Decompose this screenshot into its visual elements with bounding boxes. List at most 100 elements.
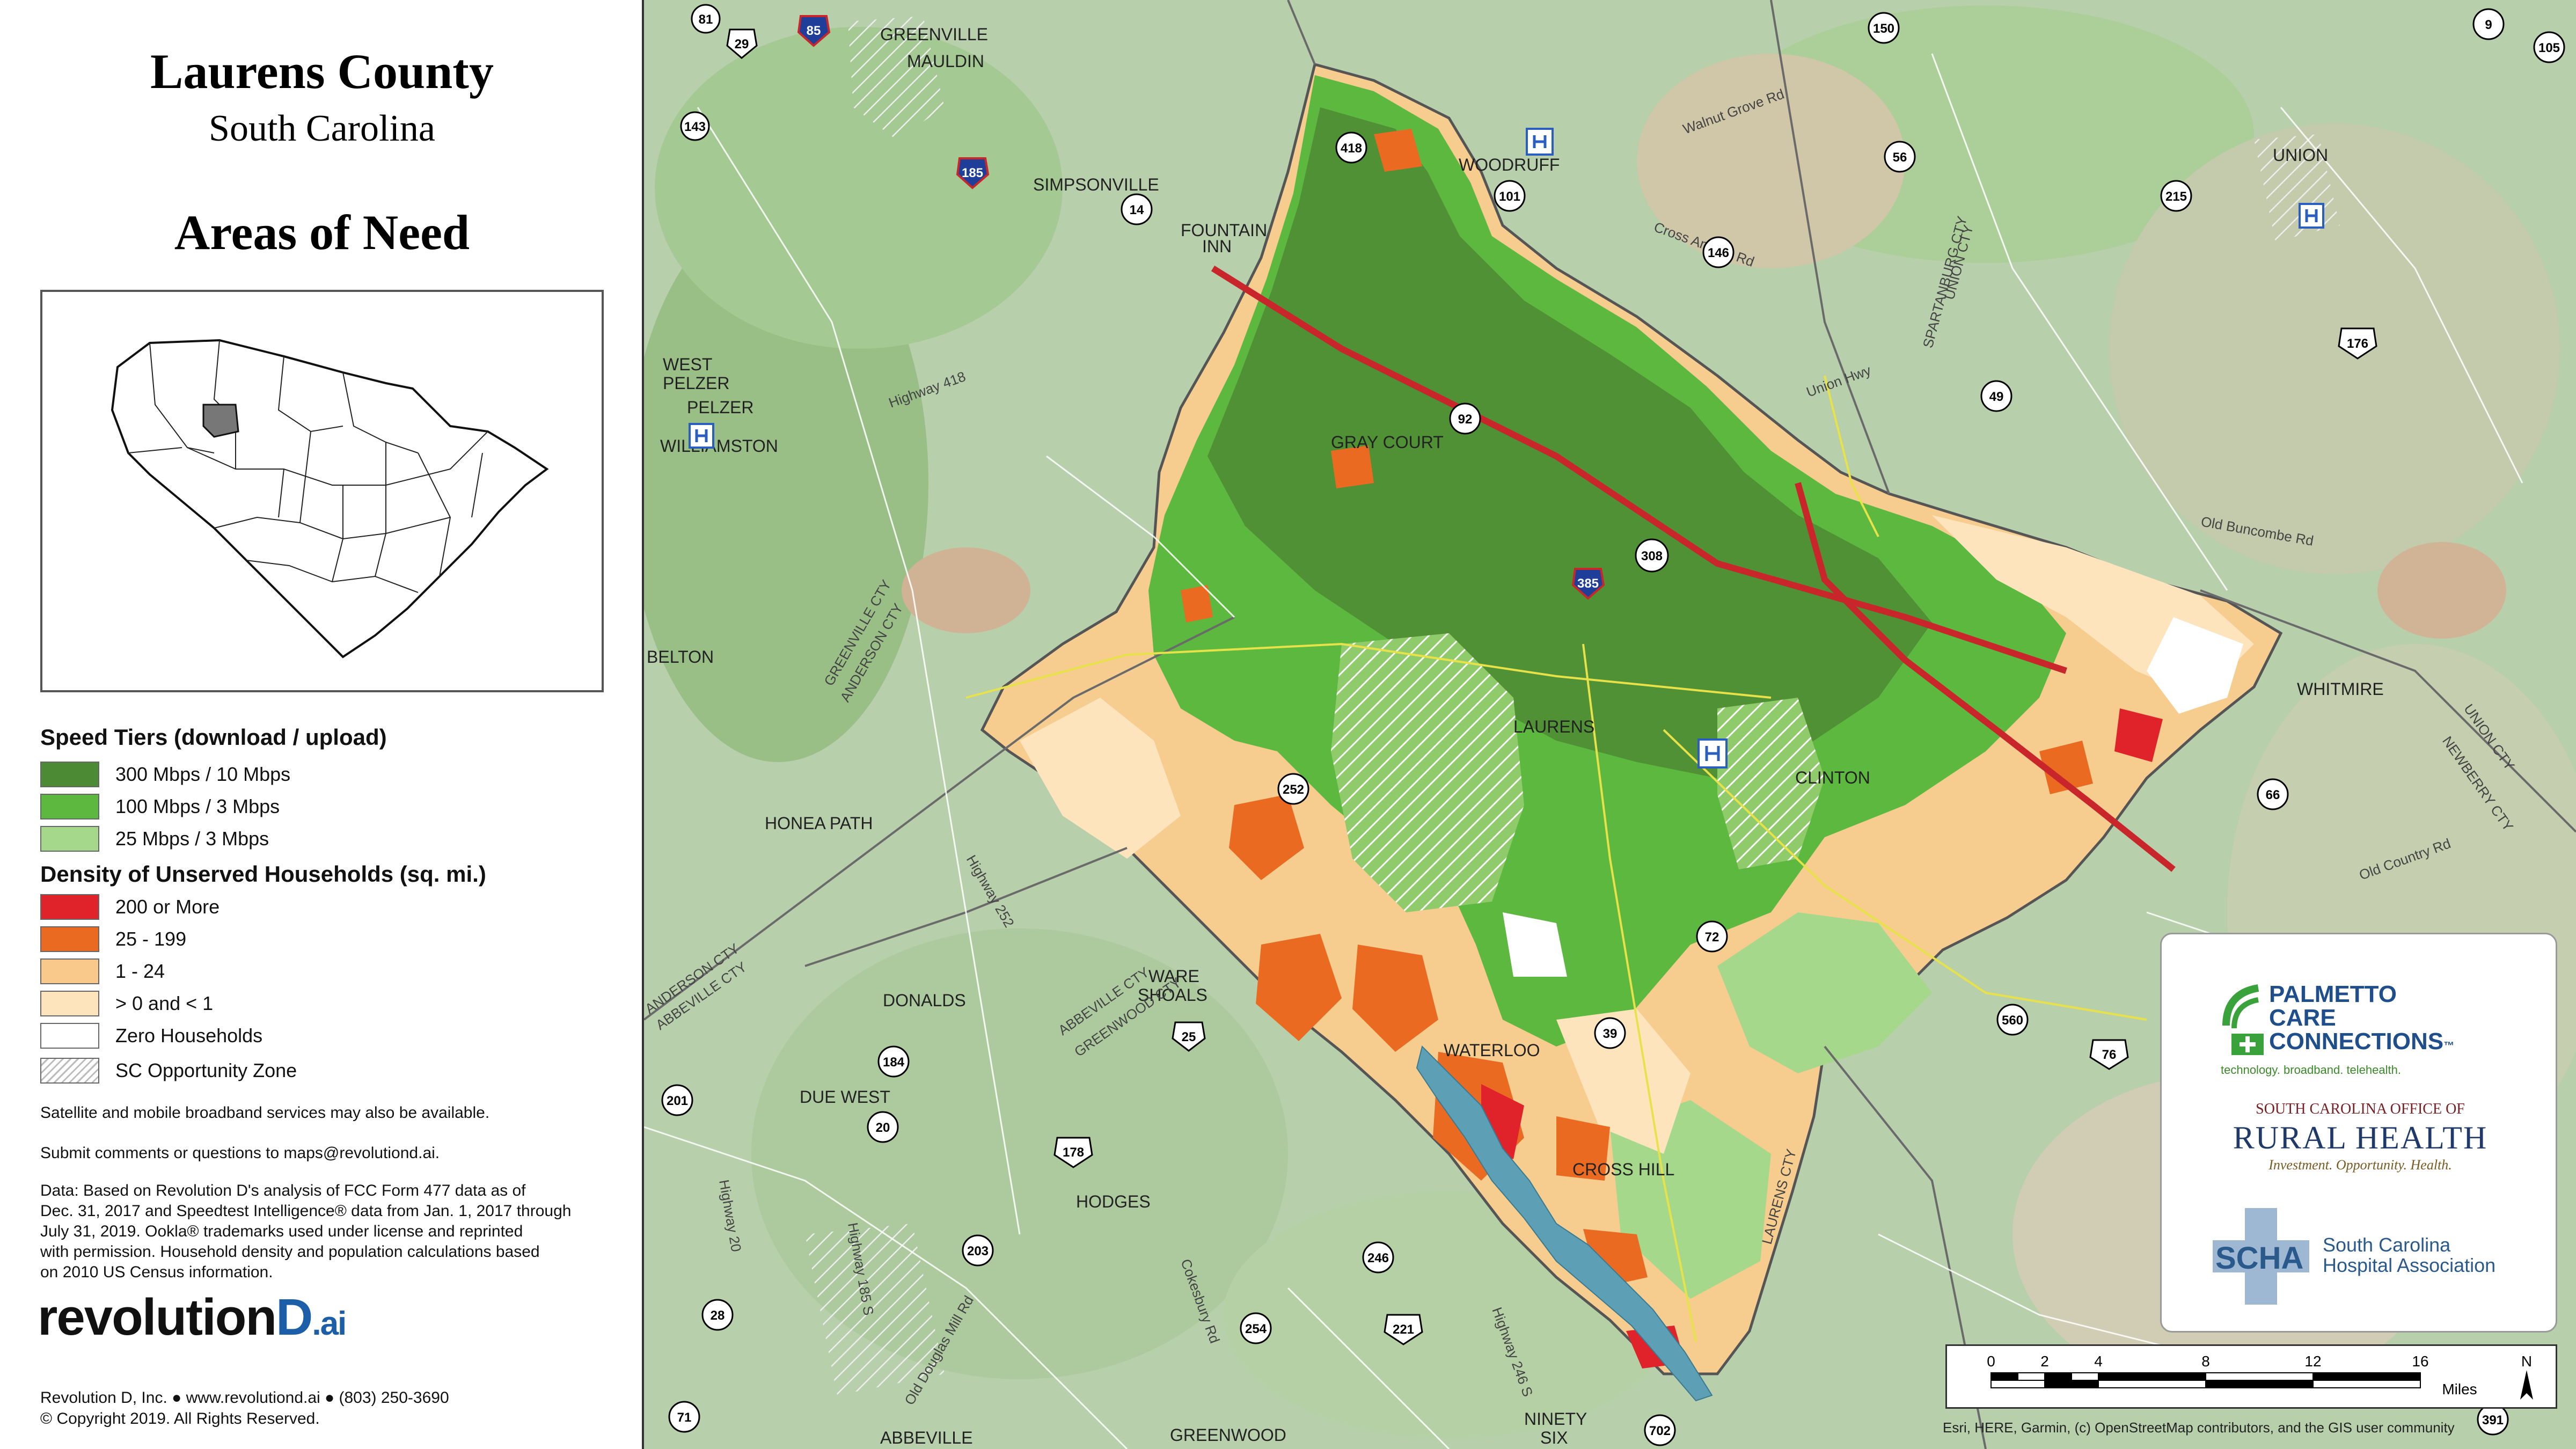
north-arrow-icon <box>2520 1370 2533 1400</box>
route-shield: 308 <box>1635 538 1669 573</box>
place-label-donalds: DONALDS <box>883 991 966 1010</box>
legend-label: 300 Mbps / 10 Mbps <box>115 763 291 785</box>
svg-text:246: 246 <box>1367 1251 1389 1265</box>
svg-text:14: 14 <box>1130 203 1144 217</box>
locator-map <box>40 290 604 692</box>
legend-swatch <box>40 926 99 952</box>
legend-swatch <box>40 991 99 1016</box>
svg-text:385: 385 <box>1577 576 1599 591</box>
legend-item: 25 Mbps / 3 Mbps <box>40 825 269 852</box>
place-label-williamston: WILLIAMSTON <box>660 436 778 456</box>
place-label-mauldin: MAULDIN <box>907 52 984 71</box>
svg-text:72: 72 <box>1705 930 1719 945</box>
orh-tagline: Investment. Opportunity. Health. <box>2268 1157 2452 1173</box>
route-shield: 56 <box>1884 141 1916 173</box>
legend-item: 25 - 199 <box>40 926 186 953</box>
scha-abbr: SCHA <box>2215 1241 2304 1276</box>
contact-line: Revolution D, Inc. ● www.revolutiond.ai … <box>40 1389 449 1407</box>
palmetto-care-tagline: technology. broadband. telehealth. <box>2221 1063 2401 1077</box>
state-outline-map <box>111 339 549 658</box>
svg-text:185: 185 <box>962 166 983 180</box>
scale-tick-label: 8 <box>2201 1353 2210 1370</box>
data-source-note: Data: Based on Revolution D's analysis o… <box>40 1182 572 1281</box>
orh-line2: RURAL HEALTH <box>2233 1120 2488 1155</box>
route-shield: 71 <box>668 1401 700 1433</box>
scale-tick-label: 4 <box>2094 1353 2103 1370</box>
svg-text:203: 203 <box>967 1244 989 1258</box>
route-shield: 702 <box>1644 1414 1676 1446</box>
svg-text:146: 146 <box>1708 246 1729 260</box>
place-label-abbeville: ABBEVILLE <box>880 1428 973 1447</box>
svg-text:702: 702 <box>1649 1424 1671 1438</box>
place-label-union: UNION <box>2273 145 2328 165</box>
legend-item: > 0 and < 1 <box>40 990 213 1017</box>
route-shield: 215 <box>2160 180 2192 212</box>
place-label-clinton: CLINTON <box>1795 768 1870 787</box>
route-shield: 252 <box>1277 773 1309 805</box>
place-label-hodges: HODGES <box>1076 1192 1151 1211</box>
place-label-pelzer-west: PELZER <box>663 374 729 393</box>
legend-swatch <box>40 826 99 852</box>
svg-text:178: 178 <box>1063 1145 1084 1160</box>
svg-text:39: 39 <box>1603 1027 1618 1041</box>
svg-text:81: 81 <box>699 12 713 27</box>
place-label-honea-path: HONEA PATH <box>765 814 873 833</box>
route-shield: 14 <box>1121 193 1153 225</box>
legend-item: SC Opportunity Zone <box>40 1057 297 1084</box>
svg-text:20: 20 <box>876 1121 890 1135</box>
place-label-west: WEST <box>663 355 712 374</box>
svg-text:391: 391 <box>2482 1413 2504 1428</box>
orh-line1: SOUTH CAROLINA OFFICE OF <box>2256 1101 2465 1117</box>
scale-tick-label: 16 <box>2412 1353 2428 1370</box>
route-shield: 66 <box>2257 778 2289 810</box>
place-label-waterloo: WATERLOO <box>1444 1041 1540 1060</box>
hospital-icon <box>689 423 714 449</box>
legend-label: 200 or More <box>115 896 220 918</box>
svg-text:92: 92 <box>1458 412 1473 427</box>
svg-text:85: 85 <box>807 24 821 38</box>
svg-text:560: 560 <box>2002 1013 2023 1028</box>
route-shield: 9 <box>2472 8 2505 40</box>
svg-text:254: 254 <box>1245 1322 1267 1336</box>
legend-swatch <box>40 794 99 819</box>
place-label-pelzer: PELZER <box>687 398 753 417</box>
route-shield: 49 <box>1980 380 2012 412</box>
place-label-woodruff: WOODRUFF <box>1459 155 1560 174</box>
svg-text:29: 29 <box>735 37 749 52</box>
scale-unit: Miles <box>2442 1381 2477 1397</box>
legend-swatch <box>40 894 99 920</box>
palmetto-care-logo-icon <box>2222 984 2264 1055</box>
route-shield: 81 <box>691 4 721 34</box>
place-label-greenwood: GREENWOOD <box>1170 1425 1286 1445</box>
legend-item: Zero Households <box>40 1022 262 1049</box>
route-shield: 146 <box>1702 236 1735 268</box>
legend-swatch-hatch <box>40 1058 99 1084</box>
place-label-belton: BELTON <box>647 647 714 667</box>
svg-text:221: 221 <box>1393 1322 1414 1337</box>
place-label-ninety: NINETY <box>1524 1409 1587 1429</box>
map-title: Laurens County <box>150 44 494 99</box>
svg-text:215: 215 <box>2165 189 2187 204</box>
svg-text:25: 25 <box>1182 1030 1196 1044</box>
copyright-line: © Copyright 2019. All Rights Reserved. <box>40 1410 320 1428</box>
place-label-inn: INN <box>1202 237 1232 256</box>
hospital-icon <box>1526 128 1554 156</box>
route-shield: 143 <box>680 111 710 141</box>
svg-text:150: 150 <box>1873 21 1894 36</box>
place-label-laurens: LAURENS <box>1513 717 1594 736</box>
density-heading: Density of Unserved Households (sq. mi.) <box>40 861 486 887</box>
svg-text:56: 56 <box>1893 150 1907 165</box>
route-shield: 72 <box>1696 920 1728 953</box>
svg-text:105: 105 <box>2538 41 2560 55</box>
route-shield: 92 <box>1449 402 1481 435</box>
place-label-whitmire: WHITMIRE <box>2297 679 2384 699</box>
legend-label: 25 Mbps / 3 Mbps <box>115 828 269 850</box>
svg-text:308: 308 <box>1641 549 1663 564</box>
scha-name: South Carolina Hospital Association <box>2323 1234 2496 1276</box>
legend-label: > 0 and < 1 <box>115 992 214 1014</box>
legend-swatch <box>40 958 99 984</box>
svg-text:76: 76 <box>2102 1048 2117 1062</box>
comments-note: Submit comments or questions to maps@rev… <box>40 1144 440 1162</box>
route-shield: 418 <box>1335 131 1367 164</box>
legend-label: SC Opportunity Zone <box>115 1059 297 1081</box>
